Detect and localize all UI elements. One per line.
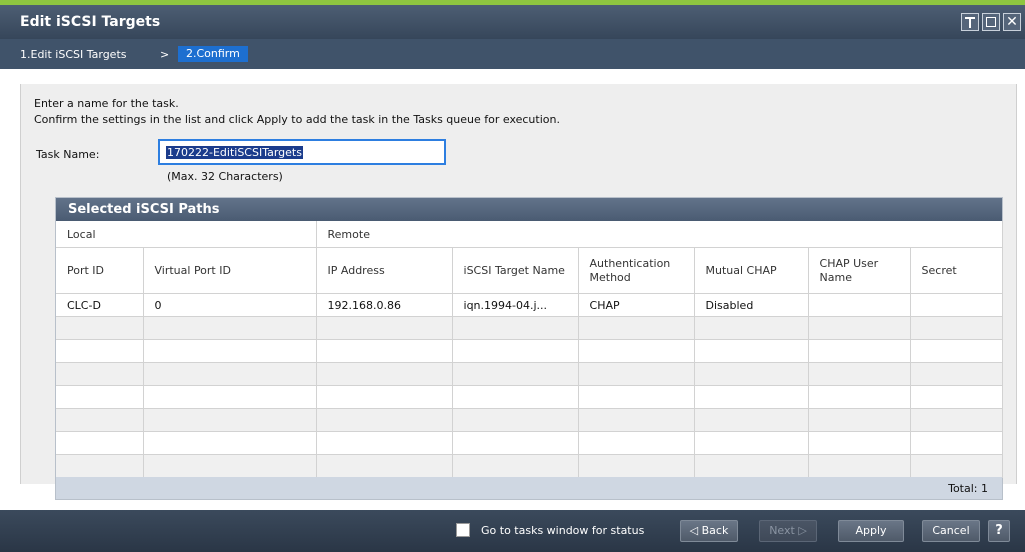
go-to-tasks-label[interactable]: Go to tasks window for status <box>481 524 644 537</box>
table-footer: Total: 1 <box>56 477 1002 499</box>
instruction-line-2: Confirm the settings in the list and cli… <box>34 113 560 126</box>
column-header-mutual-chap[interactable]: Mutual CHAP <box>694 247 809 294</box>
cell-ip-address: 192.168.0.86 <box>316 293 453 317</box>
column-header-secret[interactable]: Secret <box>910 247 1003 294</box>
column-header-authentication-method[interactable]: Authentication Method <box>578 247 695 294</box>
next-button[interactable]: Next ▷ <box>759 520 817 542</box>
empty-table-row <box>56 454 1003 478</box>
group-header-local: Local <box>56 221 317 248</box>
paths-table: Local Remote Port ID Virtual Port ID IP … <box>56 221 1003 478</box>
breadcrumb-separator: > <box>160 48 170 61</box>
empty-table-row <box>56 339 1003 363</box>
help-icon[interactable]: ? <box>988 520 1010 542</box>
empty-table-row <box>56 408 1003 432</box>
wizard-content: Enter a name for the task. Confirm the s… <box>20 84 1017 500</box>
cancel-button[interactable]: Cancel <box>922 520 980 542</box>
total-count: Total: 1 <box>948 482 988 495</box>
cell-port-id: CLC-D <box>56 293 144 317</box>
cell-iscsi-target-name: iqn.1994-04.j... <box>452 293 579 317</box>
cell-chap-user-name <box>808 293 911 317</box>
task-name-label: Task Name: <box>36 148 100 161</box>
table-row[interactable]: CLC-D 0 192.168.0.86 iqn.1994-04.j... CH… <box>56 293 1003 317</box>
instructions: Enter a name for the task. Confirm the s… <box>34 96 560 128</box>
cell-secret <box>910 293 1003 317</box>
chevron-right-icon: ▷ <box>794 524 807 537</box>
apply-button[interactable]: Apply <box>838 520 904 542</box>
empty-table-row <box>56 431 1003 455</box>
cell-authentication-method: CHAP <box>578 293 695 317</box>
column-header-iscsi-target-name[interactable]: iSCSI Target Name <box>452 247 579 294</box>
column-header-virtual-port-id[interactable]: Virtual Port ID <box>143 247 317 294</box>
column-header-chap-user-name[interactable]: CHAP User Name <box>808 247 911 294</box>
window-title: Edit iSCSI Targets <box>20 14 161 30</box>
window-controls: ✕ <box>961 13 1021 31</box>
task-name-hint: (Max. 32 Characters) <box>167 170 283 183</box>
selected-iscsi-paths-panel: Selected iSCSI Paths Local Remote Port I… <box>55 197 1003 500</box>
pin-icon[interactable] <box>961 13 979 31</box>
back-button-label: Back <box>701 524 729 537</box>
column-header-row: Port ID Virtual Port ID IP Address iSCSI… <box>56 247 1003 294</box>
column-header-ip-address[interactable]: IP Address <box>316 247 453 294</box>
chevron-left-icon: ◁ <box>689 524 702 537</box>
close-icon[interactable]: ✕ <box>1003 13 1021 31</box>
maximize-icon[interactable] <box>982 13 1000 31</box>
window-title-bar: Edit iSCSI Targets ✕ <box>0 5 1025 39</box>
column-group-row: Local Remote <box>56 221 1003 248</box>
cell-virtual-port-id: 0 <box>143 293 317 317</box>
empty-table-row <box>56 316 1003 340</box>
task-name-input[interactable]: 170222-EditiSCSITargets <box>158 139 446 165</box>
cell-mutual-chap: Disabled <box>694 293 809 317</box>
breadcrumb-step-edit[interactable]: 1.Edit iSCSI Targets <box>20 48 127 61</box>
group-header-remote: Remote <box>316 221 1003 248</box>
wizard-button-bar: Go to tasks window for status ◁ Back Nex… <box>0 510 1025 552</box>
panel-title: Selected iSCSI Paths <box>56 198 1002 221</box>
back-button[interactable]: ◁ Back <box>680 520 738 542</box>
instruction-line-1: Enter a name for the task. <box>34 97 179 110</box>
next-button-label: Next <box>769 524 795 537</box>
go-to-tasks-checkbox[interactable] <box>456 523 470 537</box>
empty-table-row <box>56 362 1003 386</box>
breadcrumb: 1.Edit iSCSI Targets > 2.Confirm <box>0 39 1025 69</box>
empty-table-row <box>56 385 1003 409</box>
breadcrumb-step-confirm: 2.Confirm <box>178 46 248 62</box>
task-name-value: 170222-EditiSCSITargets <box>166 146 303 159</box>
column-header-port-id[interactable]: Port ID <box>56 247 144 294</box>
